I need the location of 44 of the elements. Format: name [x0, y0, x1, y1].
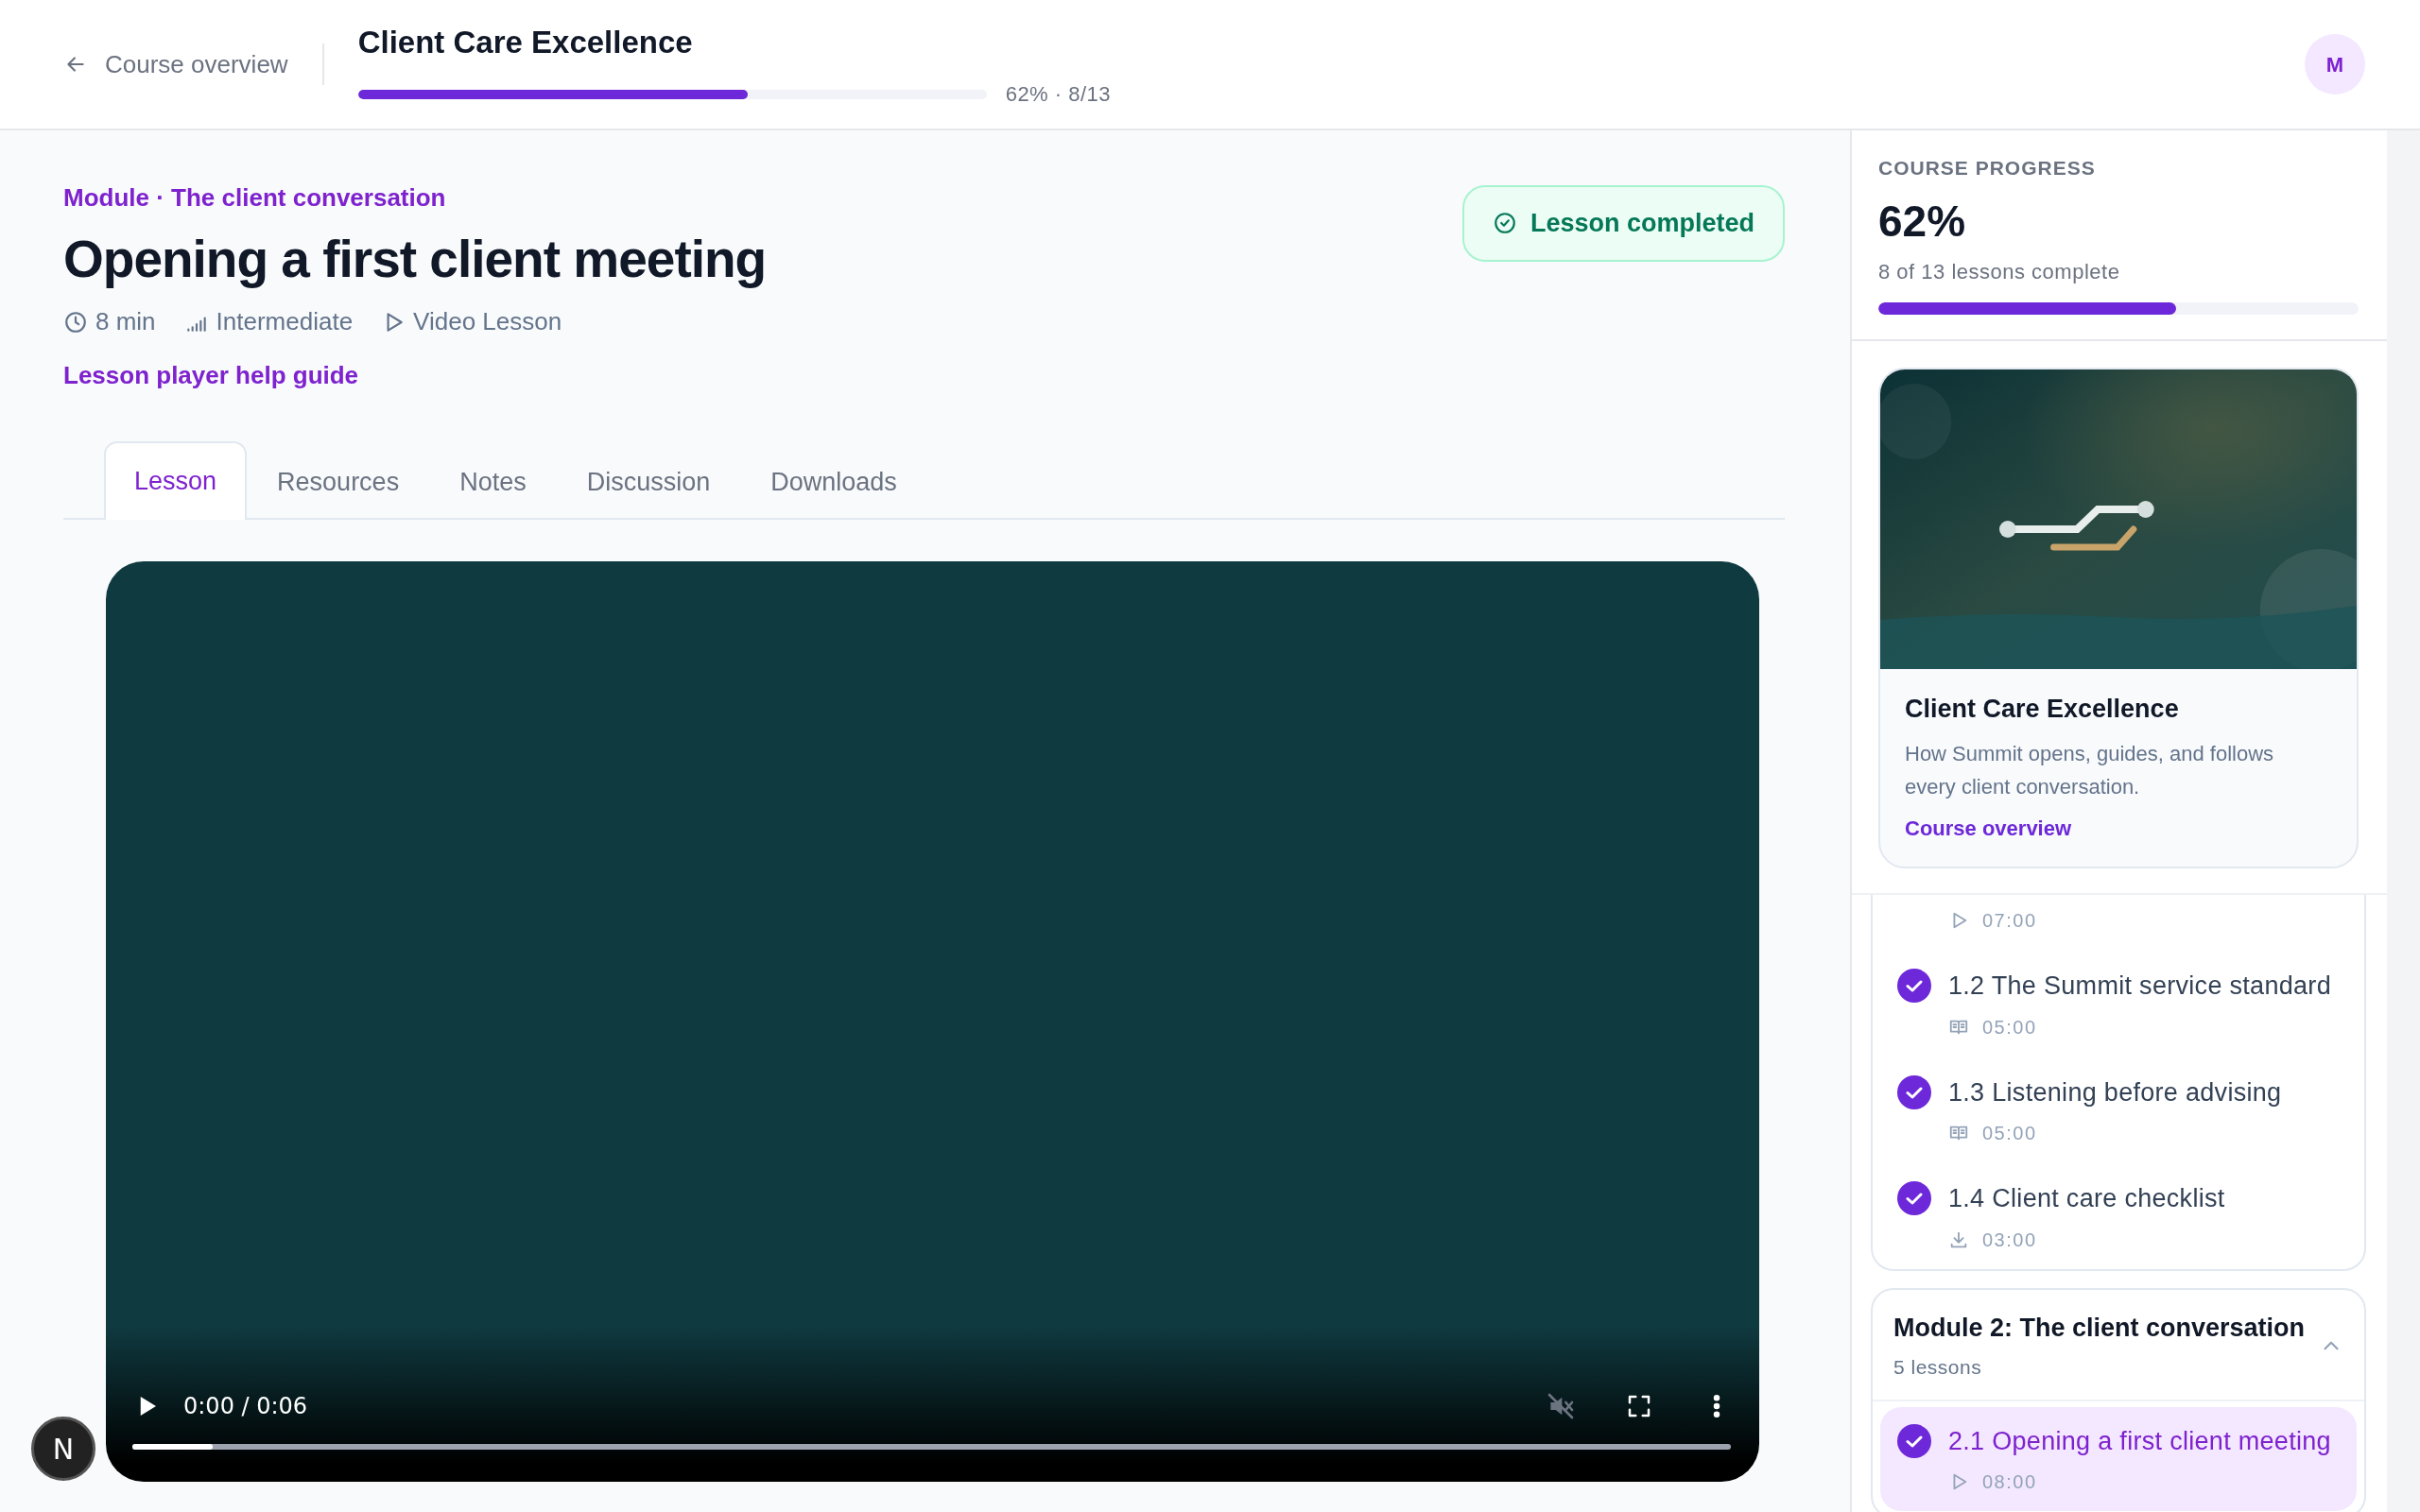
- module-header[interactable]: Module 2: The client conversation 5 lessons: [1873, 1289, 2364, 1401]
- course-title: Client Care Excellence: [1905, 693, 2180, 725]
- video-time: 0:00 / 0:06: [183, 1391, 308, 1421]
- tab[interactable]: Notes: [429, 441, 557, 520]
- clock-icon: [63, 309, 88, 335]
- video-player[interactable]: 0:00 / 0:06: [106, 560, 1759, 1482]
- module-title: Module 2: The client conversation: [1893, 1312, 2306, 1344]
- back-link[interactable]: Course overview: [63, 45, 288, 83]
- help-link[interactable]: Lesson player help guide: [63, 357, 359, 394]
- lesson-duration: 03:00: [1982, 1228, 2037, 1252]
- lesson-duration: 08:00: [1982, 1470, 2037, 1495]
- tab[interactable]: Lesson: [104, 441, 248, 520]
- tab[interactable]: Downloads: [740, 441, 927, 520]
- lesson-item[interactable]: 1.3 Listening before advising 05:00: [1873, 1056, 2364, 1163]
- lesson-meta: 8 min: [95, 306, 156, 337]
- lesson-item[interactable]: 2.1 Opening a first client meeting 08:00: [1880, 1406, 2357, 1512]
- tab[interactable]: Discussion: [556, 441, 741, 520]
- section-heading: COURSE PROGRESS: [1878, 156, 2097, 180]
- lesson-item[interactable]: 1.2 The Summit service standard 05:00: [1873, 950, 2364, 1057]
- progress-summary: 8 of 13 lessons complete: [1878, 258, 2121, 285]
- course-overview-link[interactable]: Course overview: [1905, 816, 2072, 841]
- lesson-meta: Intermediate: [216, 306, 354, 337]
- lesson-title: 1.3 Listening before advising: [1948, 1076, 2282, 1108]
- status-badge: Lesson completed: [1461, 185, 1785, 262]
- lesson-item[interactable]: 1.4 Client care checklist 03:00: [1873, 1162, 2364, 1269]
- course-title: Client Care Excellence: [357, 23, 694, 61]
- module-label: Module · The client conversation: [63, 182, 447, 214]
- lesson-title: 2.1 Opening a first client meeting: [1948, 1425, 2331, 1457]
- lesson-count: 5 lessons: [1893, 1355, 1983, 1381]
- progress-label: 62% · 8/13: [1005, 81, 1112, 109]
- lesson-duration: 05:00: [1982, 1122, 2037, 1146]
- tab[interactable]: Resources: [247, 441, 430, 520]
- check-circle-icon: [1492, 211, 1517, 236]
- lesson-title: 1.4 Client care checklist: [1948, 1183, 2225, 1215]
- lesson-duration: 05:00: [1982, 1015, 2037, 1040]
- lesson-title: Opening a first client meeting: [63, 229, 767, 290]
- lesson-duration: 07:00: [1982, 909, 2037, 934]
- course-description: How Summit opens, guides, and follows every client conversation.: [1905, 741, 2275, 801]
- lesson-title: 1.2 The Summit service standard: [1948, 971, 2331, 1003]
- lesson-meta: Video Lesson: [413, 306, 562, 337]
- seek-bar[interactable]: [132, 1443, 1731, 1450]
- progress-percent: 62%: [1878, 195, 1967, 248]
- dev-tools-button[interactable]: N: [31, 1417, 95, 1481]
- user-avatar[interactable]: M: [2305, 34, 2365, 94]
